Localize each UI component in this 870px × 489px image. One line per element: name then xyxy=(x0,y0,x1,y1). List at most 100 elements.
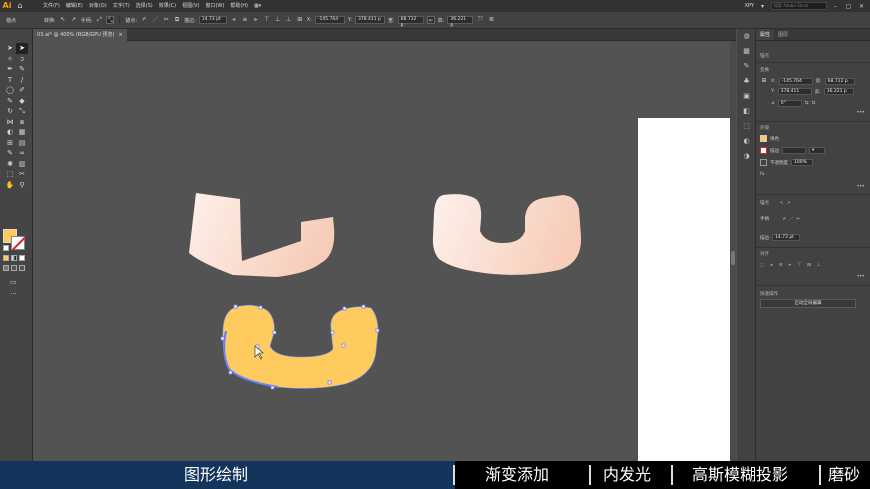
column-graph-tool-icon[interactable]: ▥ xyxy=(16,159,28,170)
gradient-tool-icon[interactable]: ▤ xyxy=(16,138,28,149)
x-field[interactable]: -145.764 xyxy=(778,77,813,85)
none-mode-icon[interactable] xyxy=(19,255,25,261)
scale-tool-icon[interactable]: ⤡ xyxy=(16,106,28,117)
align-vcenter-icon[interactable]: ⊟ xyxy=(807,263,811,268)
rotate-field[interactable]: 0° xyxy=(777,100,802,107)
y-field[interactable]: 378.411 xyxy=(777,88,812,95)
global-edit-button[interactable]: 启动全局编辑 xyxy=(760,299,856,308)
menu-type[interactable]: 文字(T) xyxy=(110,0,133,12)
more-options-icon[interactable]: ••• xyxy=(856,183,865,190)
align-top-icon[interactable]: ⊤ xyxy=(797,263,801,268)
menu-edit[interactable]: 编辑(E) xyxy=(63,0,86,12)
artboard-tool-icon[interactable]: ⬚ xyxy=(4,169,16,180)
menu-file[interactable]: 文件(F) xyxy=(40,0,63,12)
slice-tool-icon[interactable]: ✂ xyxy=(16,169,28,180)
cut-path-icon[interactable]: ✂ xyxy=(162,16,170,24)
align-top-icon[interactable]: ⊤ xyxy=(263,16,271,24)
menu-help[interactable]: 帮助(H) xyxy=(227,0,251,12)
type-tool-icon[interactable]: T xyxy=(4,75,16,86)
x-field[interactable]: -145.764 xyxy=(314,16,345,24)
link-proportions-icon[interactable]: ∞ xyxy=(426,16,435,24)
h-field[interactable]: 36.221 p xyxy=(823,88,854,95)
menu-view[interactable]: 视图(V) xyxy=(179,0,202,12)
connect-anchor-icon[interactable]: ⋰ xyxy=(789,217,794,222)
stroke-swatch[interactable] xyxy=(760,147,767,154)
eraser-tool-icon[interactable]: ◆ xyxy=(16,96,28,107)
align-left-icon[interactable]: ⫷ xyxy=(770,262,773,268)
u-shape-rounded[interactable] xyxy=(432,194,582,275)
tab-layers[interactable]: 图层 xyxy=(774,29,792,40)
maximize-icon[interactable]: ▢ xyxy=(844,3,853,10)
flip-vertical-icon[interactable]: ⇅ xyxy=(812,101,816,106)
align-left-icon[interactable]: ⫷ xyxy=(230,16,238,24)
show-handles-icon[interactable]: ⤢ xyxy=(95,16,103,24)
u-shape-selected[interactable] xyxy=(222,305,378,389)
close-tab-icon[interactable]: × xyxy=(118,29,122,41)
scroll-thumb[interactable] xyxy=(731,251,735,265)
y-field[interactable]: 378.411 p xyxy=(354,16,385,24)
hide-handles-icon[interactable]: ⤡ xyxy=(106,16,115,24)
swatches-panel-icon[interactable]: ▦ xyxy=(737,44,756,59)
reference-point-icon[interactable]: ⊞ xyxy=(760,77,768,85)
arrange-documents-icon[interactable]: ▦▾ xyxy=(251,0,264,12)
graphic-styles-panel-icon[interactable]: ▣ xyxy=(737,89,756,104)
stock-search-input[interactable]: 搜索 Adobe Stock xyxy=(771,2,827,10)
menu-object[interactable]: 对象(O) xyxy=(86,0,110,12)
transform-icon[interactable]: ⤧ xyxy=(476,16,484,24)
vertical-scrollbar[interactable] xyxy=(730,41,736,461)
connect-anchor-icon[interactable]: ⋰ xyxy=(151,16,159,24)
convert-corner-icon[interactable]: ↖ xyxy=(59,16,67,24)
canvas[interactable] xyxy=(33,41,730,461)
hand-tool-icon[interactable]: ✋ xyxy=(4,180,16,191)
w-field[interactable]: 68.712 p xyxy=(397,16,424,28)
perspective-grid-tool-icon[interactable]: ▦ xyxy=(16,127,28,138)
align-bottom-icon[interactable]: ⊥ xyxy=(817,263,821,268)
free-transform-tool-icon[interactable]: ⧈ xyxy=(16,117,28,128)
screen-mode-icon[interactable]: ▭ xyxy=(10,277,17,287)
draw-behind-icon[interactable] xyxy=(11,265,17,271)
mesh-tool-icon[interactable]: ⊞ xyxy=(4,138,16,149)
document-tab[interactable]: 03.ai* @ 400% (RGB/GPU 预览) × xyxy=(33,29,127,41)
eyedropper-tool-icon[interactable]: ✎ xyxy=(4,148,16,159)
stroke-weight-field[interactable]: 14.73 pt xyxy=(198,16,227,24)
workspace-switcher[interactable]: XPY xyxy=(745,3,754,9)
default-colors-icon[interactable] xyxy=(3,245,9,251)
align-bottom-icon[interactable]: ⊥ xyxy=(285,16,293,24)
blend-tool-icon[interactable]: ∞ xyxy=(16,148,28,159)
stroke-swatch[interactable] xyxy=(11,236,25,250)
symbols-panel-icon[interactable]: ♣ xyxy=(737,74,756,89)
pen-tool-icon[interactable]: ✒ xyxy=(4,64,16,75)
draw-normal-icon[interactable] xyxy=(3,265,9,271)
align-hcenter-icon[interactable]: ≡ xyxy=(779,263,783,268)
artboards-panel-icon[interactable]: ⬚ xyxy=(737,119,756,134)
more-options-icon[interactable]: ≣ xyxy=(487,16,495,24)
symbol-sprayer-tool-icon[interactable]: ✺ xyxy=(4,159,16,170)
more-options-icon[interactable]: ••• xyxy=(856,109,865,116)
convert-smooth-icon[interactable]: ↗ xyxy=(70,16,78,24)
menu-effect[interactable]: 效果(C) xyxy=(156,0,179,12)
appearance-panel-icon[interactable]: ◐ xyxy=(737,134,756,149)
selection-tool-icon[interactable]: ➤ xyxy=(4,43,16,54)
cut-path-icon[interactable]: ✂ xyxy=(796,217,800,222)
width-tool-icon[interactable]: ⋈ xyxy=(4,117,16,128)
fx-button[interactable]: fx. xyxy=(760,172,766,177)
brushes-panel-icon[interactable]: ✎ xyxy=(737,59,756,74)
home-icon[interactable]: ⌂ xyxy=(14,0,26,12)
align-center-icon[interactable]: ≡ xyxy=(241,16,249,24)
align-right-icon[interactable]: ⫸ xyxy=(789,262,792,268)
distribute-icon[interactable]: ⊞ xyxy=(296,16,304,24)
draw-inside-icon[interactable] xyxy=(19,265,25,271)
align-right-icon[interactable]: ⫸ xyxy=(252,16,260,24)
fill-swatch[interactable] xyxy=(760,135,767,142)
color-panel-icon[interactable]: ◍ xyxy=(737,29,756,44)
transparency-panel-icon[interactable]: ◑ xyxy=(737,149,756,164)
menu-select[interactable]: 选择(S) xyxy=(133,0,156,12)
direct-selection-tool-icon[interactable]: ➤ xyxy=(16,43,28,54)
lasso-tool-icon[interactable]: ↄ xyxy=(16,54,28,65)
minimize-icon[interactable]: – xyxy=(831,3,840,10)
stroke-dropdown[interactable]: ▾ xyxy=(809,147,825,154)
curvature-tool-icon[interactable]: ✎ xyxy=(16,64,28,75)
menu-window[interactable]: 窗口(W) xyxy=(202,0,227,12)
tab-properties[interactable]: 属性 xyxy=(756,29,775,40)
magic-wand-tool-icon[interactable]: ✧ xyxy=(4,54,16,65)
